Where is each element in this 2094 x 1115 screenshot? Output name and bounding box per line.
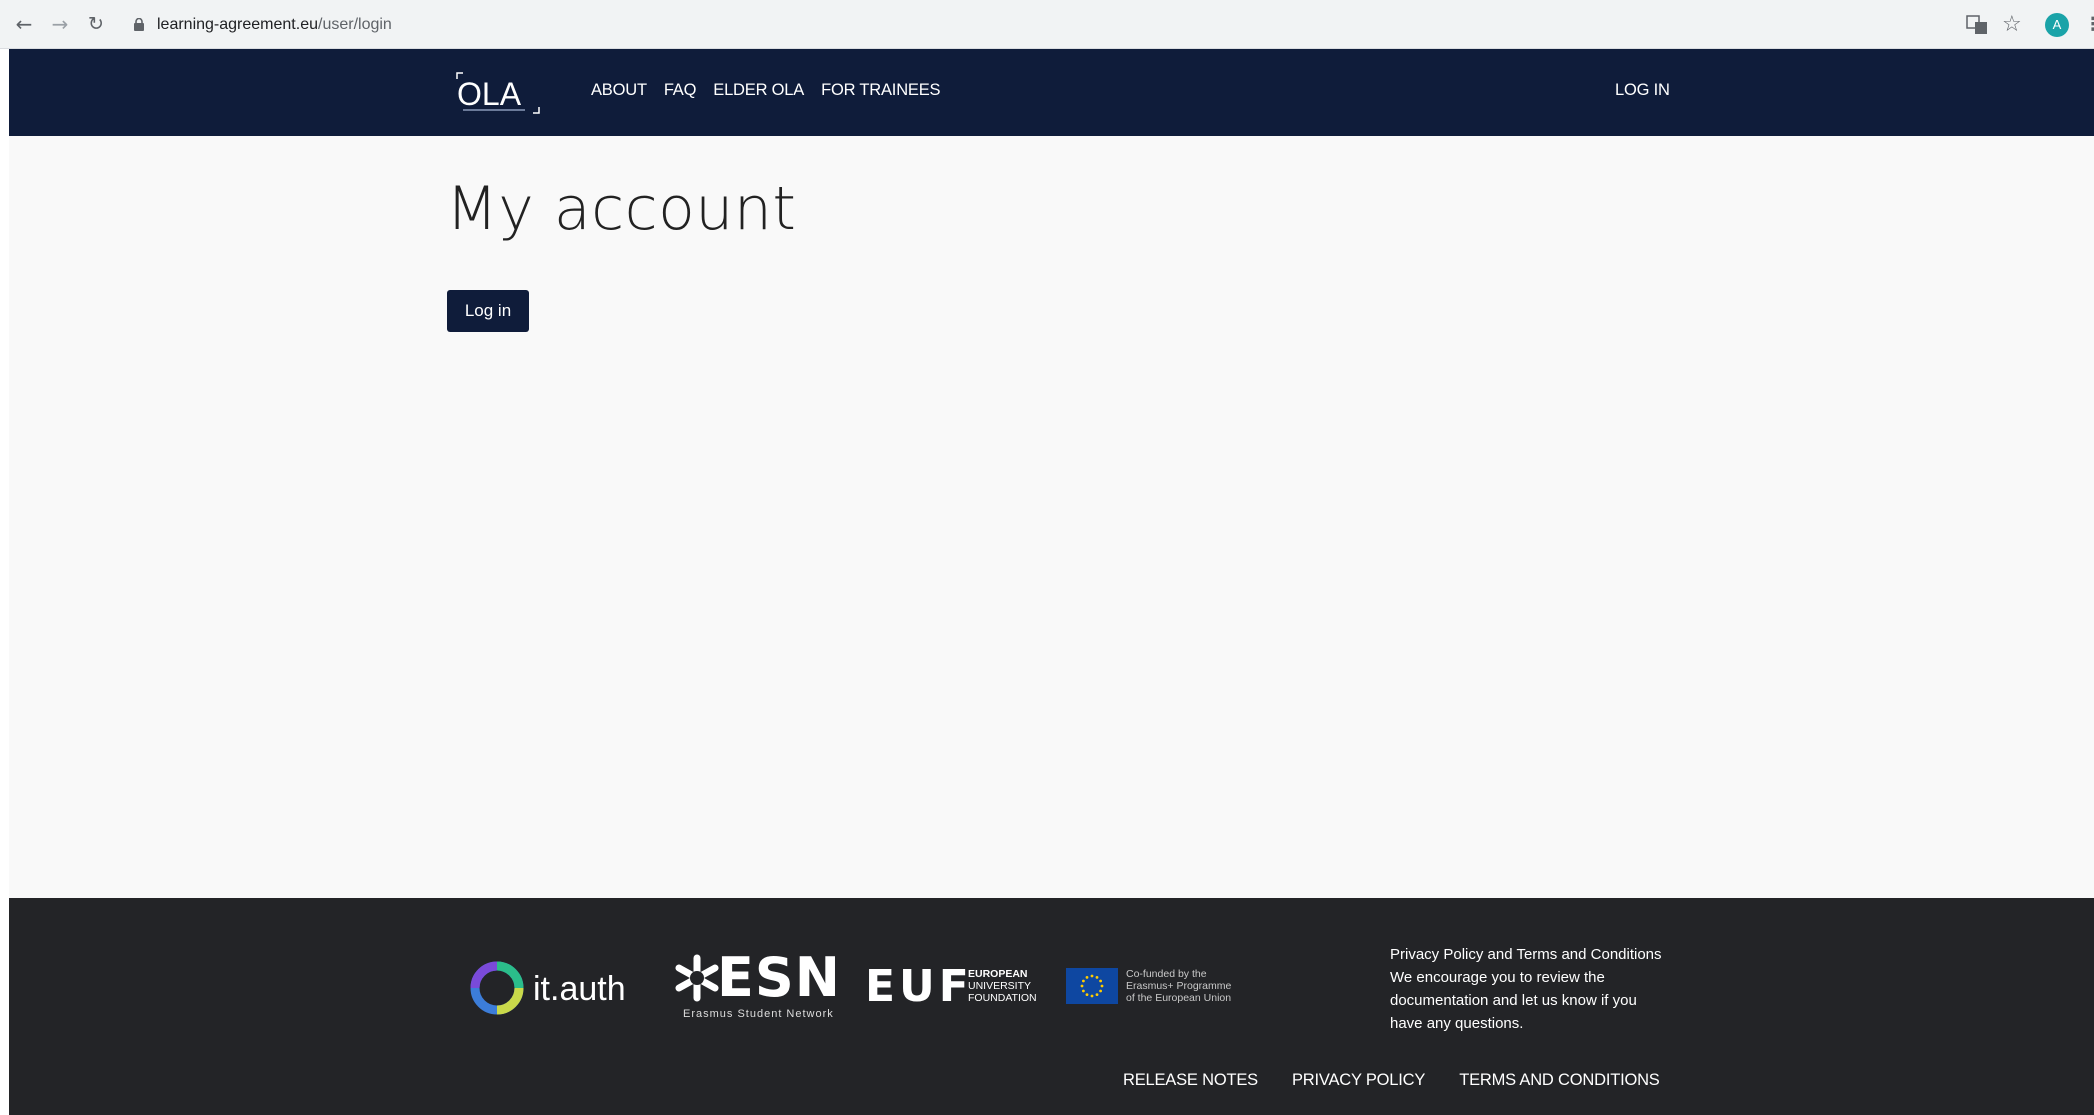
- nav-elder-ola[interactable]: ELDER OLA: [713, 81, 804, 100]
- translate-icon[interactable]: [1966, 15, 1988, 35]
- euf-logo[interactable]: EUF EUROPEAN UNIVERSITY FOUNDATION: [865, 961, 1049, 1012]
- eu-text-line: Erasmus+ Programme: [1126, 980, 1232, 992]
- notice-line: We encourage you to review the: [1390, 969, 1605, 986]
- login-button[interactable]: Log in: [447, 290, 529, 332]
- ithauth-text: it.auth: [533, 970, 626, 1008]
- ola-logo[interactable]: OLA: [453, 65, 549, 121]
- url-host: learning-agreement.eu: [157, 16, 318, 33]
- site-footer: it.auth ESN Erasmus Student Network EUF …: [9, 898, 2094, 1115]
- nav-about[interactable]: ABOUT: [591, 81, 647, 100]
- browser-toolbar: ← → ↻ learning-agreement.eu/user/login ☆…: [0, 0, 2094, 49]
- euf-sub-line: FOUNDATION: [968, 992, 1037, 1004]
- nav-faq[interactable]: FAQ: [664, 81, 697, 100]
- esn-text: ESN: [717, 946, 841, 1009]
- notice-line: documentation and let us know if you: [1390, 992, 1637, 1009]
- page-title: My account: [446, 174, 797, 244]
- back-arrow-icon[interactable]: ←: [14, 14, 34, 34]
- main-nav: ABOUT FAQ ELDER OLA FOR TRAINEES: [591, 81, 941, 100]
- esn-logo[interactable]: ESN Erasmus Student Network: [675, 946, 843, 1022]
- url-path: /user/login: [318, 16, 392, 33]
- header-login-link[interactable]: LOG IN: [1615, 81, 1670, 100]
- logo-text: OLA: [457, 76, 522, 112]
- esn-subtitle: Erasmus Student Network: [683, 1008, 834, 1020]
- euf-sub-line: EUROPEAN: [968, 968, 1028, 980]
- notice-line: have any questions.: [1390, 1015, 1524, 1032]
- esn-star-icon: [675, 954, 719, 1002]
- footer-notice: Privacy Policy and Terms and Conditions …: [1390, 943, 1680, 1035]
- menu-icon[interactable]: ⋮: [2084, 14, 2094, 35]
- eu-cofunded-logo[interactable]: Co-funded by the Erasmus+ Programme of t…: [1066, 968, 1266, 1012]
- euf-text: EUF: [865, 961, 973, 1012]
- terms-and-conditions-link[interactable]: TERMS AND CONDITIONS: [1459, 1071, 1660, 1090]
- star-icon[interactable]: ☆: [2002, 12, 2022, 37]
- euf-sub-line: UNIVERSITY: [968, 980, 1032, 992]
- ithauth-ring-icon: [470, 961, 524, 1015]
- site-header: OLA ABOUT FAQ ELDER OLA FOR TRAINEES LOG…: [9, 49, 2094, 136]
- privacy-policy-link[interactable]: PRIVACY POLICY: [1292, 1071, 1425, 1090]
- main-content: My account Log in: [9, 136, 2094, 898]
- forward-arrow-icon[interactable]: →: [50, 14, 70, 34]
- notice-line: Privacy Policy and Terms and Conditions: [1390, 946, 1662, 963]
- avatar[interactable]: A: [2045, 13, 2069, 37]
- eu-flag-icon: [1066, 968, 1118, 1004]
- eu-text-line: of the European Union: [1126, 992, 1232, 1004]
- nav-for-trainees[interactable]: FOR TRAINEES: [821, 81, 940, 100]
- eu-text-line: Co-funded by the: [1126, 968, 1207, 980]
- reload-icon[interactable]: ↻: [86, 14, 106, 34]
- ithauth-logo[interactable]: it.auth: [469, 958, 644, 1018]
- lock-icon: [134, 18, 144, 31]
- release-notes-link[interactable]: RELEASE NOTES: [1123, 1071, 1258, 1090]
- footer-links: RELEASE NOTES PRIVACY POLICY TERMS AND C…: [1123, 1071, 1660, 1090]
- eu-cofunded-text: Co-funded by the Erasmus+ Programme of t…: [1126, 968, 1231, 1004]
- address-bar[interactable]: learning-agreement.eu/user/login: [157, 16, 392, 34]
- euf-subtitle: EUROPEAN UNIVERSITY FOUNDATION: [968, 968, 1037, 1004]
